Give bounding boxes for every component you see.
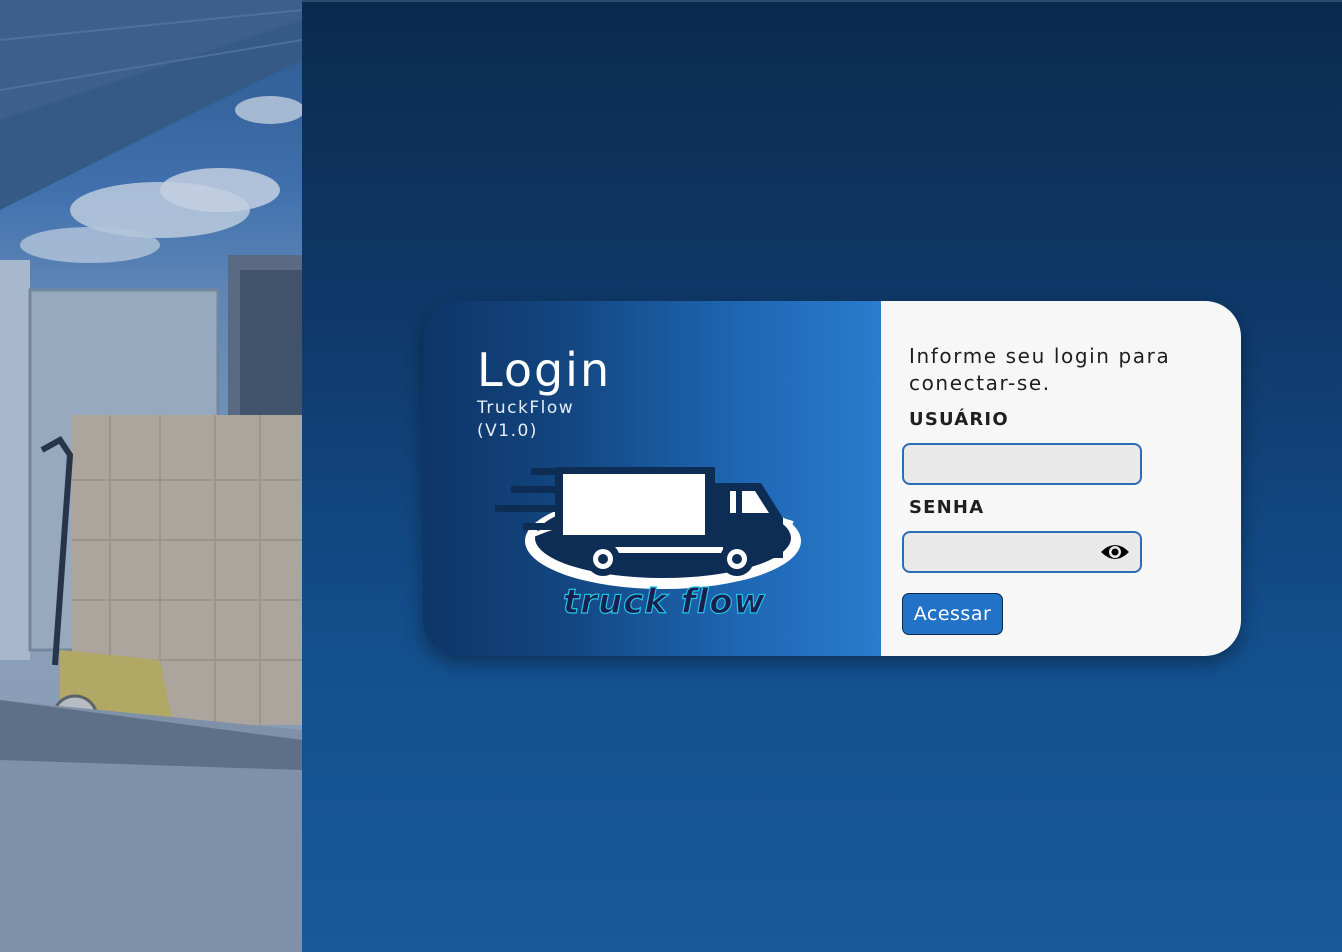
app-version: (V1.0) [477, 421, 538, 441]
submit-button[interactable]: Acessar [902, 593, 1003, 635]
brand-panel: Login TruckFlow (V1.0) truck flow [423, 301, 881, 656]
logo-wordmark: truck flow [563, 582, 766, 622]
login-instructions: Informe seu login para conectar-se. [909, 344, 1171, 395]
login-form-panel: Informe seu login para conectar-se. USUÁ… [881, 301, 1241, 656]
password-label: SENHA [909, 497, 985, 518]
page-title: Login [477, 343, 612, 397]
username-field-wrapper [902, 443, 1142, 485]
truck-flow-logo: truck flow [495, 467, 801, 623]
background-photo [0, 0, 302, 952]
app-name: TruckFlow [477, 398, 575, 418]
username-label: USUÁRIO [909, 409, 1009, 430]
login-card: Login TruckFlow (V1.0) truck flow Inform… [423, 301, 1241, 656]
eye-icon[interactable] [1100, 542, 1130, 562]
username-input[interactable] [904, 445, 1140, 483]
password-field-wrapper [902, 531, 1142, 573]
